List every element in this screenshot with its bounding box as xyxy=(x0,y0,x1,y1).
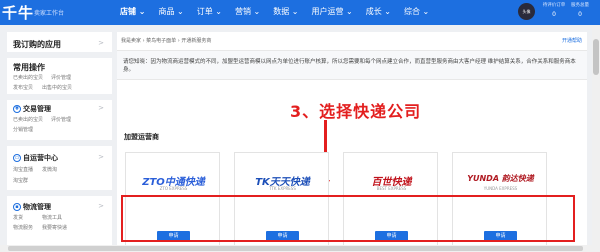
nav-store[interactable]: 店铺 ⌄ xyxy=(120,6,146,17)
divider xyxy=(7,190,112,196)
link-logistics-tools[interactable]: 物流工具 xyxy=(42,214,62,221)
trade-icon: ¥ xyxy=(13,105,21,113)
link-send-express[interactable]: 我要寄快递 xyxy=(42,224,67,231)
common-ops-title: 常用操作 xyxy=(13,63,45,72)
chat-icon: ▭ xyxy=(13,154,21,162)
link-logistics-service[interactable]: 物流服务 xyxy=(13,224,33,231)
yunda-logo: YUNDA 韵达快递 xyxy=(467,174,534,183)
nav-data[interactable]: 数据 ⌄ xyxy=(273,6,298,17)
breadcrumb[interactable]: 我是卖家 › 菜鸟电子面单 › 开通新服务商 xyxy=(121,37,211,44)
divider xyxy=(7,52,112,58)
step-annotation: 3、选择快递公司 xyxy=(290,102,422,121)
horizontal-scroll-thumb[interactable] xyxy=(8,246,583,251)
link-on-sale-items[interactable]: 出售中的宝贝 xyxy=(42,84,72,91)
nav-marketing[interactable]: 营销 ⌄ xyxy=(235,6,260,17)
carrier-sub: ZTO EXPRESS xyxy=(159,186,188,191)
link-distribution[interactable]: 分销管理 xyxy=(13,126,33,133)
store-title: 自运营中心 xyxy=(23,154,58,162)
nav-goods[interactable]: 商品 ⌄ xyxy=(159,6,184,17)
carrier-sub: YUNDA EXPRESS xyxy=(483,186,518,191)
truck-icon: ▪ xyxy=(13,203,21,211)
carrier-sub: BEST EXPRESS xyxy=(376,186,407,191)
horizontal-scrollbar[interactable] xyxy=(0,245,592,252)
highlight-box xyxy=(121,195,575,242)
stat-label: 服务总量 xyxy=(571,3,589,8)
stat-service-total[interactable]: 服务总量 0 xyxy=(566,3,594,18)
link-group[interactable]: 淘宝群 xyxy=(13,177,28,184)
nav-user-ops[interactable]: 用户运营 ⌄ xyxy=(312,6,353,17)
chevron-right-icon[interactable]: > xyxy=(98,202,104,210)
link-ship[interactable]: 发货 xyxy=(13,214,23,221)
main-content: 我是卖家 › 菜鸟电子面单 › 开通新服务商 开通帮助 请您知晓：因为物流商运营… xyxy=(117,32,587,252)
link-reviews[interactable]: 评价管理 xyxy=(51,74,71,81)
logistics-section-title[interactable]: ▪ 物流管理 xyxy=(13,202,51,212)
link-publish-item[interactable]: 发布宝贝 xyxy=(13,84,33,91)
logistics-title: 物流管理 xyxy=(23,203,51,211)
my-apps-title[interactable]: 我订购的应用 xyxy=(13,39,61,50)
chevron-right-icon[interactable]: > xyxy=(98,153,104,161)
stat-pending-reviews[interactable]: 待评价订单 0 xyxy=(540,3,568,18)
link-live[interactable]: 淘宝直播 xyxy=(13,166,33,173)
link-sold-items[interactable]: 已卖出的宝贝 xyxy=(13,116,43,123)
link-sold-items[interactable]: 已卖出的宝贝 xyxy=(13,74,43,81)
avatar[interactable]: 头像 xyxy=(518,3,535,20)
vertical-scroll-thumb[interactable] xyxy=(593,39,599,75)
store-section-title[interactable]: ▭ 自运营中心 xyxy=(13,153,58,163)
workbench-label: 卖家工作台 xyxy=(34,10,65,17)
sidebar: 我订购的应用 > 常用操作 已卖出的宝贝 评价管理 发布宝贝 出售中的宝贝 ¥ … xyxy=(7,32,112,252)
carrier-sub: TTK EXPRESS xyxy=(269,186,296,191)
link-reviews[interactable]: 评价管理 xyxy=(51,116,71,123)
nav-growth[interactable]: 成长 ⌄ xyxy=(366,6,391,17)
stat-value: 0 xyxy=(578,11,582,18)
trade-section-title[interactable]: ¥ 交易管理 xyxy=(13,104,51,114)
section-title: 加盟运营商 xyxy=(124,133,159,141)
stat-value: 0 xyxy=(552,11,556,18)
nav-general[interactable]: 综合 ⌄ xyxy=(404,6,429,17)
help-link[interactable]: 开通帮助 xyxy=(562,37,582,44)
notice-box: 请您知晓：因为物流商运营模式的不同，加盟型运营商模以网点为单位进行账户核算，所以… xyxy=(117,50,587,80)
chevron-right-icon[interactable]: > xyxy=(98,104,104,112)
trade-title: 交易管理 xyxy=(23,105,51,113)
vertical-scrollbar[interactable] xyxy=(592,25,600,252)
notice-text: 请您知晓：因为物流商运营模式的不同，加盟型运营商模以网点为单位进行账户核算，所以… xyxy=(123,59,576,73)
main-nav: 店铺 ⌄ 商品 ⌄ 订单 ⌄ 营销 ⌄ 数据 ⌄ 用户运营 ⌄ 成长 ⌄ 综合 … xyxy=(120,6,442,17)
chevron-right-icon[interactable]: > xyxy=(98,39,104,47)
nav-orders[interactable]: 订单 ⌄ xyxy=(197,6,222,17)
top-bar: 千牛 卖家工作台 店铺 ⌄ 商品 ⌄ 订单 ⌄ 营销 ⌄ 数据 ⌄ 用户运营 ⌄… xyxy=(0,0,600,25)
stat-label: 待评价订单 xyxy=(542,3,566,8)
divider xyxy=(7,94,112,100)
qianniu-logo[interactable]: 千牛 xyxy=(2,2,34,23)
divider xyxy=(7,140,112,146)
link-weitao[interactable]: 发微淘 xyxy=(42,166,57,173)
